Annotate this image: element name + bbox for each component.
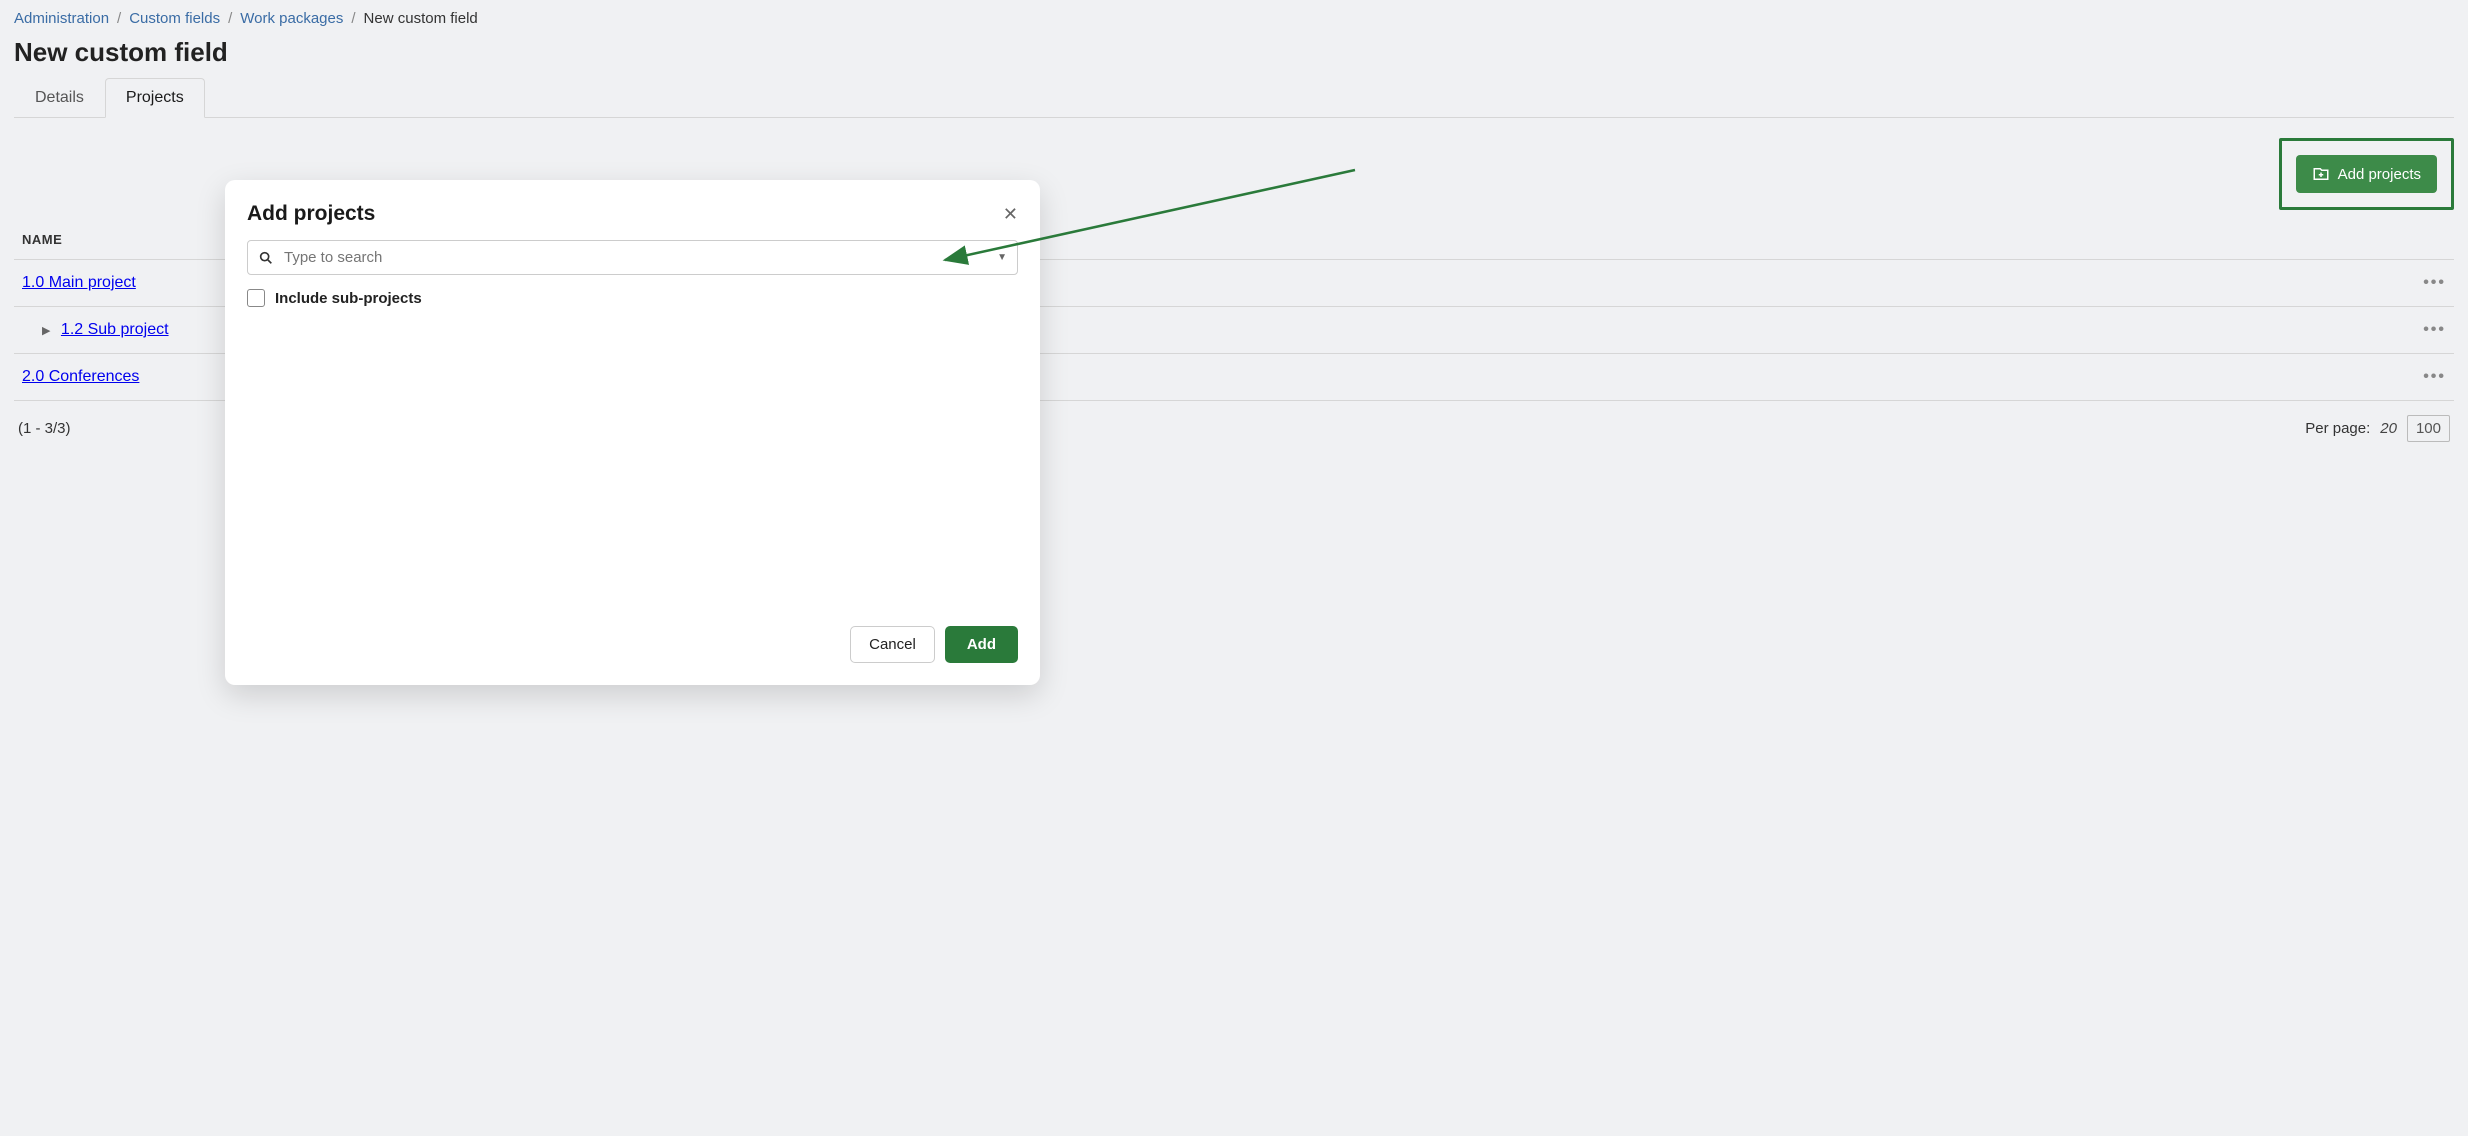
cancel-button[interactable]: Cancel <box>850 626 935 663</box>
add-project-icon <box>2312 165 2330 183</box>
search-icon <box>258 250 274 266</box>
per-page-option-current[interactable]: 20 <box>2380 420 2397 437</box>
breadcrumb-separator: / <box>228 10 232 27</box>
project-link[interactable]: 1.0 Main project <box>22 274 136 291</box>
page-title: New custom field <box>14 37 2454 68</box>
add-button[interactable]: Add <box>945 626 1018 663</box>
breadcrumb-link-custom-fields[interactable]: Custom fields <box>129 10 220 27</box>
project-link[interactable]: 2.0 Conferences <box>22 368 139 385</box>
include-subprojects-checkbox[interactable] <box>247 289 265 307</box>
breadcrumb-separator: / <box>351 10 355 27</box>
expand-toggle-icon[interactable]: ▶ <box>42 324 50 337</box>
per-page-label: Per page: <box>2305 420 2370 437</box>
breadcrumb-current: New custom field <box>364 10 478 27</box>
more-actions-icon[interactable]: ••• <box>2423 368 2446 385</box>
per-page-option[interactable]: 100 <box>2407 415 2450 442</box>
breadcrumb-separator: / <box>117 10 121 27</box>
include-subprojects-label[interactable]: Include sub-projects <box>275 290 422 307</box>
close-icon[interactable]: ✕ <box>1003 204 1018 225</box>
tab-details[interactable]: Details <box>14 78 105 117</box>
breadcrumb-link-work-packages[interactable]: Work packages <box>240 10 343 27</box>
add-projects-modal: Add projects ✕ ▼ Include sub-projects Ca… <box>225 180 1040 685</box>
modal-title: Add projects <box>247 202 375 226</box>
add-projects-button-label: Add projects <box>2338 166 2421 183</box>
more-actions-icon[interactable]: ••• <box>2423 321 2446 338</box>
breadcrumb: Administration / Custom fields / Work pa… <box>14 10 2454 27</box>
project-link[interactable]: 1.2 Sub project <box>61 321 169 338</box>
callout-highlight: Add projects <box>2279 138 2454 210</box>
breadcrumb-link-administration[interactable]: Administration <box>14 10 109 27</box>
chevron-down-icon[interactable]: ▼ <box>997 252 1007 263</box>
project-search-combobox[interactable]: ▼ <box>247 240 1018 275</box>
pagination-range: (1 - 3/3) <box>18 420 71 437</box>
tabs: Details Projects <box>14 78 2454 118</box>
more-actions-icon[interactable]: ••• <box>2423 274 2446 291</box>
add-projects-button[interactable]: Add projects <box>2296 155 2437 193</box>
tab-projects[interactable]: Projects <box>105 78 205 118</box>
search-input[interactable] <box>284 249 987 266</box>
